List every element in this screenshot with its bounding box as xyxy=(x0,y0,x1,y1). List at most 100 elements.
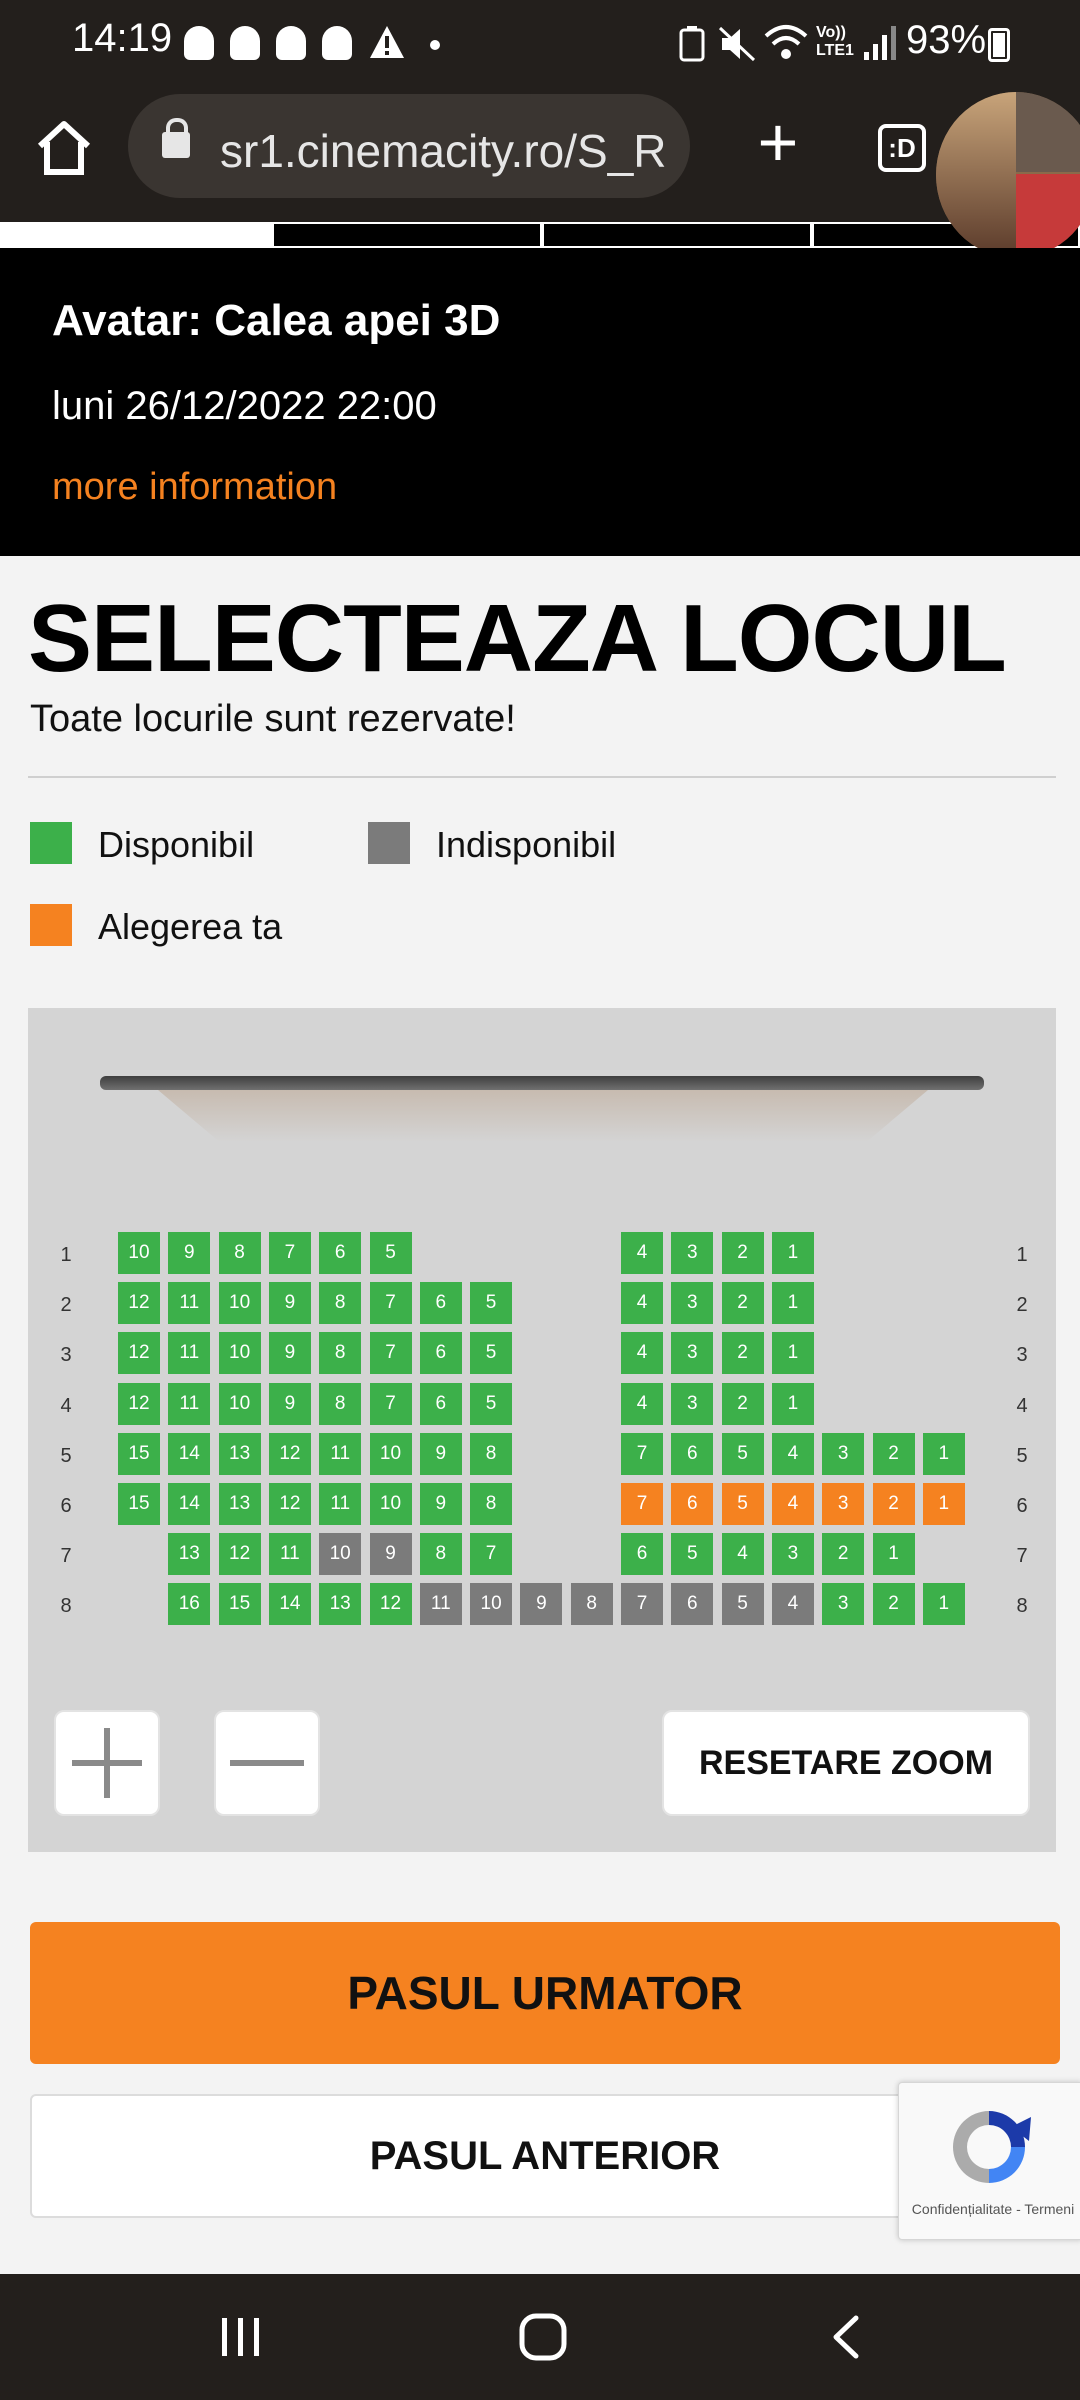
recaptcha-badge[interactable]: Confidențialitate - Termeni xyxy=(898,2082,1080,2240)
seat-available[interactable]: 11 xyxy=(268,1533,311,1576)
seat-available[interactable]: 8 xyxy=(319,1332,362,1375)
seat-available[interactable]: 11 xyxy=(319,1432,362,1475)
seat-available[interactable]: 5 xyxy=(671,1533,714,1576)
seat-available[interactable]: 4 xyxy=(621,1232,663,1274)
seat-available[interactable]: 2 xyxy=(721,1232,764,1274)
seat-available[interactable]: 7 xyxy=(369,1382,412,1425)
seat-available[interactable]: 1 xyxy=(771,1332,814,1375)
seat-available[interactable]: 7 xyxy=(369,1332,412,1375)
seat-available[interactable]: 3 xyxy=(671,1332,714,1375)
seat-available[interactable]: 12 xyxy=(218,1533,261,1576)
seat-available[interactable]: 9 xyxy=(419,1432,462,1475)
seat-available[interactable]: 1 xyxy=(872,1533,915,1576)
recent-apps-icon[interactable] xyxy=(218,2314,264,2360)
seat-available[interactable]: 10 xyxy=(218,1382,261,1425)
seat-available[interactable]: 4 xyxy=(721,1533,764,1576)
seat-selected[interactable]: 4 xyxy=(771,1483,814,1525)
seat-available[interactable]: 10 xyxy=(118,1232,160,1274)
zoom-in-button[interactable] xyxy=(54,1710,160,1816)
more-information-link[interactable]: more information xyxy=(52,466,337,509)
seat-available[interactable]: 8 xyxy=(419,1533,462,1576)
seat-selected[interactable]: 5 xyxy=(721,1483,764,1525)
seat-available[interactable]: 5 xyxy=(470,1332,513,1375)
seat-available[interactable]: 14 xyxy=(168,1432,211,1475)
seat-available[interactable]: 15 xyxy=(118,1432,160,1475)
seat-available[interactable]: 12 xyxy=(118,1282,160,1325)
seat-available[interactable]: 8 xyxy=(470,1432,513,1475)
seat-selected[interactable]: 1 xyxy=(922,1483,965,1525)
seat-selected[interactable]: 7 xyxy=(621,1483,663,1525)
next-step-button[interactable]: PASUL URMATOR xyxy=(30,1922,1060,2064)
seat-available[interactable]: 6 xyxy=(621,1533,663,1576)
seat-available[interactable]: 3 xyxy=(822,1583,865,1626)
seat-available[interactable]: 16 xyxy=(168,1583,211,1626)
seat-available[interactable]: 4 xyxy=(621,1282,663,1325)
seat-available[interactable]: 5 xyxy=(721,1432,764,1475)
seat-available[interactable]: 6 xyxy=(671,1432,714,1475)
seat-available[interactable]: 12 xyxy=(118,1332,160,1375)
seat-available[interactable]: 9 xyxy=(268,1332,311,1375)
seat-available[interactable]: 3 xyxy=(671,1232,714,1274)
seat-available[interactable]: 15 xyxy=(118,1483,160,1525)
seat-available[interactable]: 5 xyxy=(470,1282,513,1325)
seat-available[interactable]: 13 xyxy=(319,1583,362,1626)
seat-selected[interactable]: 6 xyxy=(671,1483,714,1525)
seat-available[interactable]: 2 xyxy=(721,1382,764,1425)
seat-available[interactable]: 10 xyxy=(218,1282,261,1325)
seat-available[interactable]: 1 xyxy=(922,1583,965,1626)
recaptcha-footer[interactable]: Confidențialitate - Termeni xyxy=(907,2201,1079,2217)
seat-available[interactable]: 3 xyxy=(671,1282,714,1325)
seat-available[interactable]: 8 xyxy=(218,1232,261,1274)
url-text[interactable]: sr1.cinemacity.ro/S_R xyxy=(220,124,680,178)
seat-available[interactable]: 12 xyxy=(369,1583,412,1626)
seat-available[interactable]: 10 xyxy=(369,1483,412,1525)
seat-available[interactable]: 15 xyxy=(218,1583,261,1626)
seat-available[interactable]: 13 xyxy=(218,1432,261,1475)
tabs-button[interactable]: :D xyxy=(878,124,926,172)
seat-available[interactable]: 3 xyxy=(822,1432,865,1475)
seat-available[interactable]: 11 xyxy=(168,1382,211,1425)
seat-available[interactable]: 5 xyxy=(369,1232,412,1274)
profile-avatar[interactable] xyxy=(936,92,1080,258)
seat-available[interactable]: 2 xyxy=(822,1533,865,1576)
home-icon[interactable] xyxy=(32,116,96,180)
seat-available[interactable]: 9 xyxy=(268,1282,311,1325)
seat-available[interactable]: 11 xyxy=(168,1332,211,1375)
seat-available[interactable]: 11 xyxy=(168,1282,211,1325)
new-tab-button[interactable]: + xyxy=(746,107,810,177)
seat-available[interactable]: 13 xyxy=(168,1533,211,1576)
seat-available[interactable]: 2 xyxy=(872,1432,915,1475)
seat-available[interactable]: 10 xyxy=(369,1432,412,1475)
seat-available[interactable]: 10 xyxy=(218,1332,261,1375)
seat-available[interactable]: 8 xyxy=(470,1483,513,1525)
seat-available[interactable]: 2 xyxy=(721,1282,764,1325)
seat-available[interactable]: 12 xyxy=(118,1382,160,1425)
back-icon[interactable] xyxy=(826,2314,866,2360)
seat-available[interactable]: 3 xyxy=(671,1382,714,1425)
home-nav-icon[interactable] xyxy=(518,2312,568,2362)
address-bar[interactable]: sr1.cinemacity.ro/S_R xyxy=(128,94,690,198)
seat-available[interactable]: 6 xyxy=(319,1232,362,1274)
seat-available[interactable]: 9 xyxy=(168,1232,211,1274)
seat-selected[interactable]: 2 xyxy=(872,1483,915,1525)
seat-available[interactable]: 12 xyxy=(268,1432,311,1475)
seat-available[interactable]: 11 xyxy=(319,1483,362,1525)
seat-available[interactable]: 4 xyxy=(621,1332,663,1375)
seat-available[interactable]: 1 xyxy=(771,1282,814,1325)
seat-available[interactable]: 8 xyxy=(319,1282,362,1325)
seat-available[interactable]: 7 xyxy=(470,1533,513,1576)
seat-available[interactable]: 4 xyxy=(621,1382,663,1425)
seat-available[interactable]: 9 xyxy=(419,1483,462,1525)
zoom-out-button[interactable] xyxy=(214,1710,320,1816)
seat-available[interactable]: 6 xyxy=(419,1382,462,1425)
seat-available[interactable]: 14 xyxy=(268,1583,311,1626)
seat-available[interactable]: 7 xyxy=(268,1232,311,1274)
seat-available[interactable]: 8 xyxy=(319,1382,362,1425)
seat-available[interactable]: 6 xyxy=(419,1332,462,1375)
seat-available[interactable]: 5 xyxy=(470,1382,513,1425)
seat-available[interactable]: 14 xyxy=(168,1483,211,1525)
seat-available[interactable]: 6 xyxy=(419,1282,462,1325)
seat-available[interactable]: 1 xyxy=(922,1432,965,1475)
seat-available[interactable]: 3 xyxy=(771,1533,814,1576)
seat-available[interactable]: 9 xyxy=(268,1382,311,1425)
